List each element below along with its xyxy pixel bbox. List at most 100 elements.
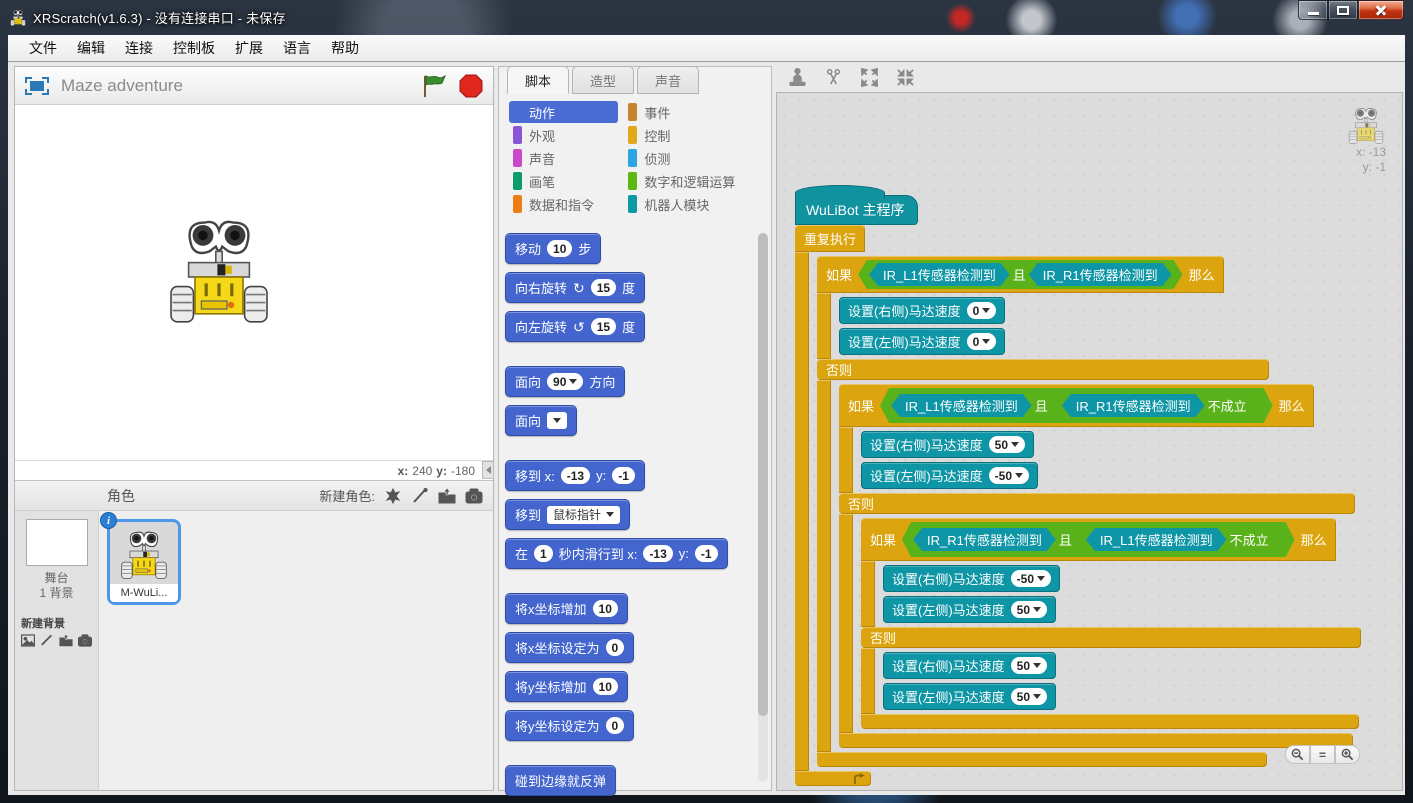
sensor-ir-r1-block[interactable]: IR_R1传感器检测到: [913, 528, 1056, 551]
set-left-motor-block[interactable]: 设置(左侧)马达速度 50: [883, 683, 1056, 710]
category-pen[interactable]: 画笔: [509, 170, 618, 192]
scrollbar-thumb[interactable]: [758, 233, 768, 716]
set-left-motor-block[interactable]: 设置(左侧)马达速度 -50: [861, 462, 1038, 489]
set-left-motor-block[interactable]: 设置(左侧)马达速度 0: [839, 328, 1005, 355]
goto-y-input[interactable]: -1: [612, 467, 635, 484]
category-operators[interactable]: 数字和逻辑运算: [624, 170, 761, 192]
tab-scripts[interactable]: 脚本: [507, 66, 569, 94]
tab-sounds[interactable]: 声音: [637, 66, 699, 94]
new-sprite-library-icon[interactable]: [384, 488, 402, 504]
forever-header[interactable]: 重复执行: [795, 225, 865, 252]
set-right-motor-block[interactable]: 设置(右侧)马达速度 50: [883, 652, 1056, 679]
block-point-towards[interactable]: 面向: [505, 405, 577, 436]
else-arm-3[interactable]: 否则: [861, 627, 1361, 648]
and-operator-block[interactable]: IR_R1传感器检测到 且 IR_L1传感器检测到 不成立: [902, 522, 1295, 557]
right-motor-speed-dropdown[interactable]: -50: [1011, 570, 1051, 587]
block-set-x[interactable]: 将x坐标设定为 0: [505, 632, 634, 663]
if2-header[interactable]: 如果 IR_L1传感器检测到 且 IR_R1传感器检测到: [839, 384, 1314, 427]
left-motor-speed-dropdown[interactable]: 0: [967, 333, 997, 350]
set-right-motor-block[interactable]: 设置(右侧)马达速度 -50: [883, 565, 1060, 592]
and-operator-block[interactable]: IR_L1传感器检测到 且 IR_R1传感器检测到 不成立: [880, 388, 1273, 423]
camera-backdrop-icon[interactable]: [78, 634, 92, 647]
set-y-input[interactable]: 0: [606, 717, 625, 734]
block-turn-left[interactable]: 向左旋转 ↺ 15 度: [505, 311, 645, 342]
left-motor-speed-dropdown[interactable]: 50: [1011, 601, 1047, 618]
direction-dropdown[interactable]: 90: [547, 373, 583, 390]
right-motor-speed-dropdown[interactable]: 0: [967, 302, 997, 319]
block-change-y[interactable]: 将y坐标增加 10: [505, 671, 628, 702]
turn-right-input[interactable]: 15: [591, 279, 616, 296]
hat-block-wulibot-main[interactable]: WuLiBot 主程序: [795, 195, 918, 225]
category-looks[interactable]: 外观: [509, 124, 618, 146]
menu-language[interactable]: 语言: [274, 35, 320, 61]
point-towards-dropdown[interactable]: [547, 412, 567, 429]
else-arm-2[interactable]: 否则: [839, 493, 1355, 514]
title-bar[interactable]: XRScratch(v1.6.3) - 没有连接串口 - 未保存: [0, 0, 1413, 35]
stage-thumbnail[interactable]: [26, 519, 88, 566]
paint-backdrop-icon[interactable]: [40, 634, 54, 647]
menu-connect[interactable]: 连接: [116, 35, 162, 61]
block-set-y[interactable]: 将y坐标设定为 0: [505, 710, 634, 741]
else-arm-1[interactable]: 否则: [817, 359, 1269, 380]
minimize-button[interactable]: [1298, 0, 1328, 20]
sensor-ir-l1-block[interactable]: IR_L1传感器检测到: [891, 394, 1032, 417]
upload-sprite-icon[interactable]: [438, 488, 456, 504]
green-flag-button[interactable]: [421, 74, 447, 98]
right-motor-speed-dropdown[interactable]: 50: [989, 436, 1025, 453]
block-move-steps[interactable]: 移动 10 步: [505, 233, 601, 264]
if3-header[interactable]: 如果 IR_R1传感器检测到 且 IR_L1传感器检测到: [861, 518, 1336, 561]
tab-costumes[interactable]: 造型: [572, 66, 634, 94]
grow-icon[interactable]: [860, 68, 879, 87]
category-data[interactable]: 数据和指令: [509, 193, 618, 215]
zoom-out-button[interactable]: [1285, 745, 1310, 764]
stop-button[interactable]: [459, 74, 483, 98]
menu-board[interactable]: 控制板: [164, 35, 224, 61]
set-right-motor-block[interactable]: 设置(右侧)马达速度 50: [861, 431, 1034, 458]
maximize-button[interactable]: [1328, 0, 1358, 20]
collapse-panel-arrow[interactable]: [482, 461, 494, 479]
backdrop-library-icon[interactable]: [21, 634, 35, 647]
block-change-x[interactable]: 将x坐标增加 10: [505, 593, 628, 624]
scissors-delete-icon[interactable]: [824, 68, 843, 87]
sensor-ir-r1-block[interactable]: IR_R1传感器检测到: [1029, 263, 1172, 286]
if-else-block-3[interactable]: 如果 IR_R1传感器检测到 且 IR_L1传感器检测到: [861, 518, 1361, 729]
and-operator-block[interactable]: IR_L1传感器检测到 且 IR_R1传感器检测到: [858, 260, 1183, 289]
palette-scrollbar[interactable]: [758, 233, 768, 782]
category-events[interactable]: 事件: [624, 101, 761, 123]
if1-header[interactable]: 如果 IR_L1传感器检测到 且 IR_R1传感器检测到 那么: [817, 256, 1224, 293]
sensor-ir-r1-block[interactable]: IR_R1传感器检测到: [1062, 394, 1205, 417]
sensor-ir-l1-block[interactable]: IR_L1传感器检测到: [1086, 528, 1227, 551]
not-operator-block[interactable]: IR_L1传感器检测到 不成立: [1075, 525, 1284, 554]
goto-target-dropdown[interactable]: 鼠标指针: [547, 506, 620, 524]
forever-block[interactable]: 重复执行 如果 IR_L1传感器检测到: [795, 225, 1361, 786]
category-sensing[interactable]: 侦测: [624, 147, 761, 169]
glide-y-input[interactable]: -1: [695, 545, 718, 562]
fullscreen-icon[interactable]: [25, 77, 49, 95]
project-title[interactable]: Maze adventure: [61, 76, 409, 96]
if-else-block-1[interactable]: 如果 IR_L1传感器检测到 且 IR_R1传感器检测到 那么: [817, 256, 1361, 767]
left-motor-speed-dropdown[interactable]: -50: [989, 467, 1029, 484]
left-motor-speed-dropdown[interactable]: 50: [1011, 688, 1047, 705]
block-goto-xy[interactable]: 移到 x: -13 y: -1: [505, 460, 645, 491]
camera-sprite-icon[interactable]: [465, 488, 483, 504]
menu-edit[interactable]: 编辑: [68, 35, 114, 61]
shrink-icon[interactable]: [896, 68, 915, 87]
category-motion[interactable]: 动作: [509, 101, 618, 123]
sprite-info-icon[interactable]: i: [100, 512, 117, 529]
stage-canvas[interactable]: [15, 105, 493, 461]
upload-backdrop-icon[interactable]: [59, 634, 73, 647]
sprite-card-mwulibot[interactable]: i M-WuLi...: [107, 519, 181, 605]
block-goto-target[interactable]: 移到 鼠标指针: [505, 499, 630, 530]
change-y-input[interactable]: 10: [593, 678, 618, 695]
menu-help[interactable]: 帮助: [322, 35, 368, 61]
block-turn-right[interactable]: 向右旋转 ↻ 15 度: [505, 272, 645, 303]
change-x-input[interactable]: 10: [593, 600, 618, 617]
move-steps-input[interactable]: 10: [547, 240, 572, 257]
set-left-motor-block[interactable]: 设置(左侧)马达速度 50: [883, 596, 1056, 623]
category-robot[interactable]: 机器人模块: [624, 193, 761, 215]
duplicate-stamp-icon[interactable]: [788, 68, 807, 87]
not-operator-block[interactable]: IR_R1传感器检测到 不成立: [1051, 391, 1262, 420]
zoom-reset-button[interactable]: =: [1310, 745, 1335, 764]
if-else-block-2[interactable]: 如果 IR_L1传感器检测到 且 IR_R1传感器检测到: [839, 384, 1361, 748]
close-button[interactable]: [1358, 0, 1404, 20]
